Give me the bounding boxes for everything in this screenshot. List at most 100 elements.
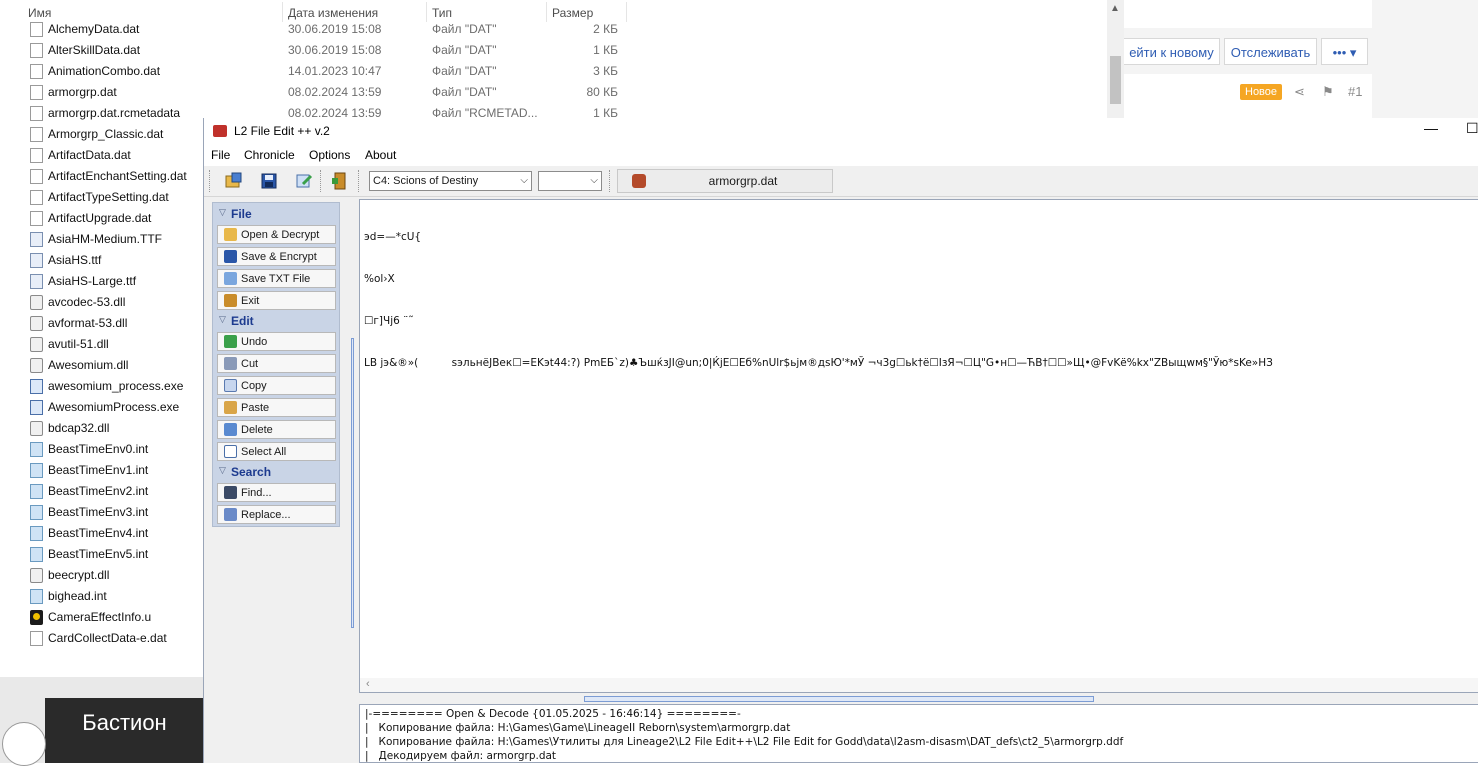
column-size[interactable]: Размер	[552, 6, 593, 20]
file-name: avformat-53.dll	[48, 316, 128, 330]
file-name: beecrypt.dll	[48, 568, 110, 582]
go-to-new-button[interactable]: ейти к новому	[1124, 38, 1220, 65]
file-name: BeastTimeEnv5.int	[48, 547, 149, 561]
file-type: Файл "DAT"	[432, 85, 497, 99]
file-name: AsiaHM-Medium.TTF	[48, 232, 163, 246]
vertical-splitter[interactable]	[350, 338, 356, 628]
doc-icon	[30, 85, 43, 100]
chevron-down-icon: ⌵	[590, 175, 598, 186]
file-name: CardCollectData-e.dat	[48, 631, 167, 645]
file-row[interactable]: armorgrp.dat 08.02.2024 13:59 Файл "DAT" 80…	[0, 82, 630, 103]
delete-button[interactable]: Delete	[217, 420, 336, 439]
editor-content[interactable]: эd=—*cU{ %ol›X ☐г]Чj6 ¨˜ LB jэ&®»( sэльн…	[364, 202, 1273, 398]
file-name: AwesomiumProcess.exe	[48, 400, 180, 414]
file-row[interactable]: AlterSkillData.dat 30.06.2019 15:08 Файл "…	[0, 40, 630, 61]
toolbar: C4: Scions of Destiny ⌵ ⌵ armorgrp.dat	[204, 166, 1478, 197]
title-bar[interactable]: L2 File Edit ++ v.2 — ☐	[204, 118, 1478, 144]
file-name: ArtifactTypeSetting.dat	[48, 190, 169, 204]
undo-button[interactable]: Undo	[217, 332, 336, 351]
save-txt-button[interactable]: Save TXT File	[217, 269, 336, 288]
file-type: Файл "DAT"	[432, 22, 497, 36]
editor-horizontal-scrollbar[interactable]: ‹	[360, 678, 1478, 692]
text-editor[interactable]: эd=—*cU{ %ol›X ☐г]Чj6 ¨˜ LB jэ&®»( sэльн…	[359, 199, 1478, 693]
maximize-button[interactable]: ☐	[1466, 120, 1478, 137]
copy-button[interactable]: Copy	[217, 376, 336, 395]
post-number[interactable]: #1	[1348, 84, 1362, 99]
save-encrypt-button[interactable]: Save & Encrypt	[217, 247, 336, 266]
new-badge: Новое	[1240, 84, 1283, 100]
scroll-thumb[interactable]	[1110, 56, 1121, 104]
scroll-up-icon[interactable]: ▲	[1110, 3, 1120, 14]
file-row[interactable]: AlchemyData.dat 30.06.2019 15:08 Файл "DAT…	[0, 19, 630, 40]
dll-icon	[30, 316, 43, 331]
watch-button[interactable]: Отслеживать	[1224, 38, 1317, 65]
file-size: 1 КБ	[593, 43, 618, 57]
file-name: AnimationCombo.dat	[48, 64, 161, 78]
chronicle-select[interactable]: C4: Scions of Destiny ⌵	[369, 171, 532, 191]
file-name: avcodec-53.dll	[48, 295, 126, 309]
section-edit[interactable]: ▽ Edit	[215, 312, 337, 330]
section-search[interactable]: ▽ Search	[215, 463, 337, 481]
exit-icon[interactable]	[329, 170, 351, 192]
file-name: AsiaHS-Large.ttf	[48, 274, 137, 288]
file-size: 80 КБ	[586, 85, 618, 99]
cut-button[interactable]: Cut	[217, 354, 336, 373]
log-panel[interactable]: |-======== Open & Decode {01.05.2025 - 1…	[359, 704, 1478, 763]
editor-line: эd=—*cU{	[364, 231, 422, 243]
save-icon[interactable]	[258, 170, 280, 192]
file-type: Файл "DAT"	[432, 64, 497, 78]
replace-label: Replace...	[241, 509, 291, 521]
share-icon[interactable]: ⋖	[1294, 84, 1305, 100]
file-date: 30.06.2019 15:08	[288, 22, 382, 36]
doc-icon	[30, 190, 43, 205]
minimize-button[interactable]: —	[1424, 120, 1438, 136]
doc-icon	[30, 106, 43, 121]
file-name: bighead.int	[48, 589, 107, 603]
scroll-left-icon[interactable]: ‹	[366, 678, 370, 690]
replace-button[interactable]: Replace...	[217, 505, 336, 524]
section-file[interactable]: ▽ File	[215, 205, 337, 223]
select-all-button[interactable]: Select All	[217, 442, 336, 461]
undo-label: Undo	[241, 336, 268, 348]
side-task-panel: ▽ File Open & Decrypt Save & Encrypt Sav…	[212, 202, 340, 527]
menu-about[interactable]: About	[365, 148, 396, 162]
font-icon	[30, 232, 43, 247]
menu-file[interactable]: File	[211, 148, 230, 162]
horizontal-splitter[interactable]	[584, 696, 1094, 702]
bookmark-icon[interactable]: ⚑	[1322, 84, 1334, 100]
column-date[interactable]: Дата изменения	[288, 6, 378, 20]
current-file-button[interactable]: armorgrp.dat	[617, 169, 833, 193]
file-row[interactable]: AnimationCombo.dat 14.01.2023 10:47 Файл "…	[0, 61, 630, 82]
open-decrypt-icon[interactable]	[223, 170, 245, 192]
secondary-select[interactable]: ⌵	[538, 171, 602, 191]
current-file-label: armorgrp.dat	[708, 174, 778, 188]
file-date: 30.06.2019 15:08	[288, 43, 382, 57]
column-name[interactable]: Имя	[28, 6, 51, 20]
more-button[interactable]: ••• ▾	[1321, 38, 1368, 65]
dll-icon	[30, 358, 43, 373]
open-decrypt-button[interactable]: Open & Decrypt	[217, 225, 336, 244]
file-name: BeastTimeEnv2.int	[48, 484, 149, 498]
paste-button[interactable]: Paste	[217, 398, 336, 417]
menu-chronicle[interactable]: Chronicle	[244, 148, 295, 162]
font-icon	[30, 274, 43, 289]
int-icon	[30, 484, 43, 499]
scissors-icon	[224, 357, 237, 370]
dll-icon	[30, 337, 43, 352]
column-type[interactable]: Тип	[432, 6, 452, 20]
editor-line: ☐г]Чj6 ¨˜	[364, 315, 414, 327]
menu-options[interactable]: Options	[309, 148, 350, 162]
undo-icon	[224, 335, 237, 348]
toolbar-separator	[320, 170, 323, 192]
file-type: Файл "DAT"	[432, 43, 497, 57]
find-button[interactable]: Find...	[217, 483, 336, 502]
splitter-grip[interactable]	[351, 338, 354, 628]
file-date: 14.01.2023 10:47	[288, 64, 382, 78]
int-icon	[30, 526, 43, 541]
select-all-icon	[224, 445, 237, 458]
save-txt-icon[interactable]	[293, 170, 315, 192]
doc-icon	[30, 631, 43, 646]
exit-button[interactable]: Exit	[217, 291, 336, 310]
bastion-banner: Бастион	[45, 698, 204, 763]
save-txt-label: Save TXT File	[241, 273, 311, 285]
